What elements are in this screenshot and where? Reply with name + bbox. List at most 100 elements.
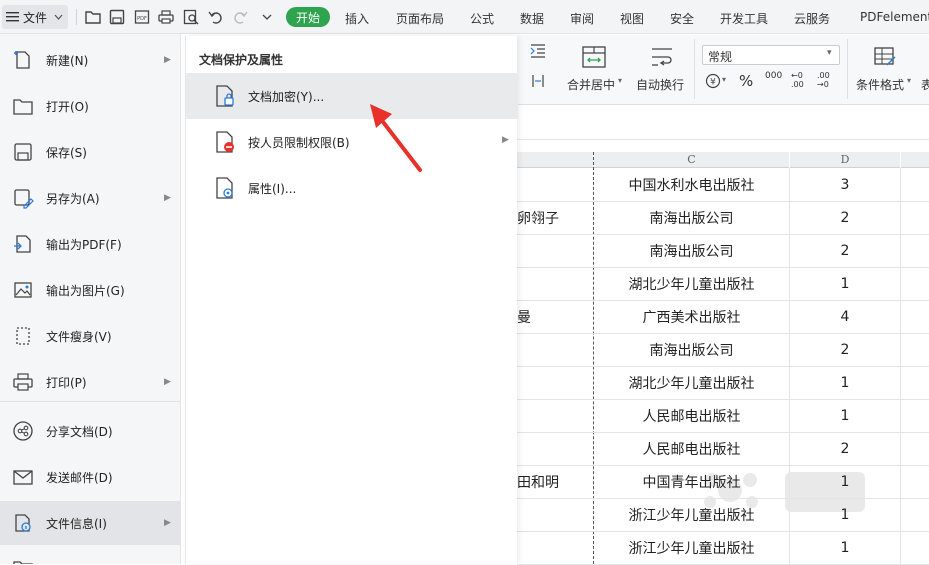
number-format-select[interactable]: 常规 ▾: [702, 45, 840, 65]
menu-item-share[interactable]: 分享文档(D): [0, 409, 181, 453]
submenu-item-encrypt[interactable]: 文档加密(Y)...: [186, 73, 518, 119]
cell-count[interactable]: 1: [790, 267, 900, 300]
cell-column-b[interactable]: [517, 498, 593, 531]
menu-item-open[interactable]: 打开(O): [0, 84, 181, 128]
cell-publisher[interactable]: 浙江少年儿童出版社: [594, 498, 789, 531]
cell-column-b[interactable]: [517, 366, 593, 399]
cell-count[interactable]: 1: [790, 399, 900, 432]
percent-button[interactable]: %: [739, 72, 753, 90]
column-header-d[interactable]: D: [790, 152, 900, 168]
cell-count[interactable]: 1: [790, 498, 900, 531]
print-preview-icon[interactable]: [182, 8, 200, 26]
formula-bar[interactable]: [517, 120, 929, 140]
auto-wrap-label[interactable]: 自动换行: [636, 76, 684, 93]
conditional-format-icon[interactable]: [872, 45, 898, 69]
currency-icon[interactable]: ¥: [705, 73, 721, 89]
tab-view[interactable]: 视图: [620, 10, 644, 27]
menu-item-print[interactable]: 打印(P) ▶: [0, 360, 181, 404]
conditional-format-dropdown-icon[interactable]: ▾: [907, 76, 911, 85]
cell-column-b[interactable]: 田和明: [517, 465, 593, 498]
undo-icon[interactable]: [207, 8, 225, 26]
document-properties-icon: [216, 177, 233, 199]
cell-count[interactable]: 1: [790, 366, 900, 399]
cell-count[interactable]: 2: [790, 432, 900, 465]
merge-center-icon[interactable]: [581, 45, 607, 69]
tab-data[interactable]: 数据: [520, 10, 544, 27]
cell-column-b[interactable]: [517, 432, 593, 465]
column-header-e[interactable]: [901, 152, 929, 168]
file-menu-button[interactable]: 文件: [2, 5, 68, 29]
column-header-b[interactable]: [517, 152, 593, 168]
cell-count[interactable]: 3: [790, 168, 900, 201]
menu-item-file-info[interactable]: 文件信息(I) ▶: [0, 501, 181, 545]
cell-count[interactable]: 2: [790, 333, 900, 366]
tab-developer[interactable]: 开发工具: [720, 10, 768, 27]
submenu-item-properties[interactable]: 属性(I)...: [186, 165, 518, 211]
increase-decimal-button[interactable]: ←0 .00: [791, 71, 809, 89]
tab-insert[interactable]: 插入: [345, 10, 369, 27]
cell-column-b[interactable]: 卵翎子: [517, 201, 593, 234]
cell-publisher[interactable]: 中国水利水电出版社: [594, 168, 789, 201]
menu-item-save-as[interactable]: 另存为(A) ▶: [0, 176, 181, 220]
customize-toolbar-chevron-icon[interactable]: [258, 8, 276, 26]
cell-publisher[interactable]: 湖北少年儿童出版社: [594, 366, 789, 399]
redo-icon[interactable]: [231, 8, 249, 26]
pdf-export-icon[interactable]: PDF: [133, 8, 151, 26]
tab-security[interactable]: 安全: [670, 10, 694, 27]
menu-item-send-mail[interactable]: 发送邮件(D): [0, 455, 181, 499]
decrease-decimal-button[interactable]: .00 →0: [817, 71, 835, 89]
cell-column-b[interactable]: [517, 234, 593, 267]
currency-dropdown-icon[interactable]: ▾: [722, 75, 726, 84]
cell-column-b[interactable]: [517, 399, 593, 432]
indent-decrease-icon[interactable]: [529, 73, 547, 89]
submenu-item-restrict-permission[interactable]: 按人员限制权限(B) ▶: [186, 119, 518, 165]
menu-item-partial[interactable]: [0, 547, 181, 564]
merge-center-dropdown-icon[interactable]: ▾: [618, 76, 622, 85]
cell-column-b[interactable]: 曼: [517, 300, 593, 333]
tab-start[interactable]: 开始: [286, 7, 330, 27]
printer-icon[interactable]: [157, 8, 175, 26]
tab-page-layout[interactable]: 页面布局: [396, 10, 444, 27]
menu-item-new[interactable]: 新建(N) ▶: [0, 38, 181, 82]
cell-publisher[interactable]: 人民邮电出版社: [594, 399, 789, 432]
cell-count[interactable]: 2: [790, 234, 900, 267]
table-style-label[interactable]: 表: [921, 76, 929, 93]
cell-column-b[interactable]: [517, 333, 593, 366]
cell-publisher[interactable]: 南海出版公司: [594, 333, 789, 366]
thousands-button[interactable]: 000: [765, 71, 782, 81]
cell-publisher[interactable]: 中国青年出版社: [594, 465, 789, 498]
folder-open-icon[interactable]: [84, 8, 102, 26]
column-header-c[interactable]: C: [594, 152, 789, 168]
cell-publisher[interactable]: 浙江少年儿童出版社: [594, 531, 789, 564]
cell-count[interactable]: 2: [790, 201, 900, 234]
column-gridline: [900, 168, 901, 564]
tab-pdfelement[interactable]: PDFelement: [860, 10, 929, 24]
auto-wrap-icon[interactable]: [649, 45, 675, 69]
tab-review[interactable]: 审阅: [570, 10, 594, 27]
cell-count[interactable]: 1: [790, 465, 900, 498]
save-icon[interactable]: [108, 8, 126, 26]
menu-item-export-image[interactable]: 输出为图片(G): [0, 268, 181, 312]
cell-column-b[interactable]: [517, 168, 593, 201]
tab-cloud[interactable]: 云服务: [794, 10, 830, 27]
cell-publisher[interactable]: 南海出版公司: [594, 234, 789, 267]
menu-item-file-slim[interactable]: 文件瘦身(V): [0, 314, 181, 358]
submenu-title: 文档保护及属性: [199, 53, 284, 67]
merge-center-label[interactable]: 合并居中: [567, 76, 615, 93]
tab-formula[interactable]: 公式: [470, 10, 494, 27]
menu-item-export-pdf[interactable]: 输出为PDF(F): [0, 222, 181, 266]
menu-item-save[interactable]: 保存(S): [0, 130, 181, 174]
conditional-format-label[interactable]: 条件格式: [856, 76, 904, 93]
cell-publisher[interactable]: 湖北少年儿童出版社: [594, 267, 789, 300]
indent-increase-icon[interactable]: [529, 43, 547, 59]
cell-publisher[interactable]: 人民邮电出版社: [594, 432, 789, 465]
cell-column-b[interactable]: [517, 531, 593, 564]
cell-column-b[interactable]: [517, 267, 593, 300]
submenu-arrow-icon: ▶: [164, 193, 171, 203]
toolbar-separator: [76, 9, 77, 25]
cell-publisher[interactable]: 南海出版公司: [594, 201, 789, 234]
cell-count[interactable]: 4: [790, 300, 900, 333]
cell-publisher[interactable]: 广西美术出版社: [594, 300, 789, 333]
cell-count[interactable]: 1: [790, 531, 900, 564]
chevron-down-icon: [54, 14, 63, 20]
